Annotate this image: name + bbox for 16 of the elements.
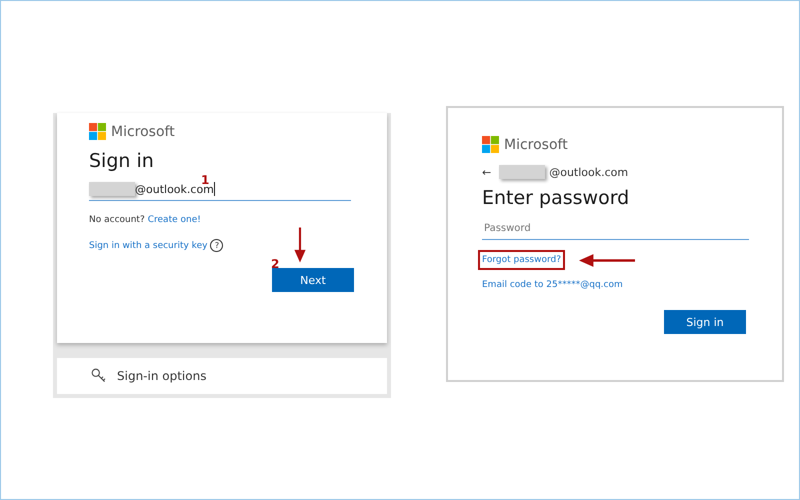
logo-text: Microsoft [504, 136, 568, 152]
forgot-password-link[interactable]: Forgot password? [478, 250, 566, 270]
help-icon[interactable]: ? [210, 239, 224, 252]
page-title: Sign in [89, 150, 155, 172]
account-email: @outlook.com [549, 166, 628, 178]
next-button[interactable]: Next [272, 268, 354, 292]
no-account-text: No account? [89, 215, 145, 225]
sign-in-options-bar[interactable]: Sign-in options [57, 358, 387, 394]
logo-text: Microsoft [111, 124, 175, 140]
page-title: Enter password [482, 187, 630, 209]
security-key-link[interactable]: Sign in with a security key [89, 240, 208, 250]
create-account-link[interactable]: Create one! [148, 215, 201, 225]
back-button[interactable]: ← [482, 166, 492, 178]
step-number: 2 [271, 257, 280, 271]
sign-in-button[interactable]: Sign in [664, 310, 746, 334]
email-code-link[interactable]: Email code to 25*****@qq.com [482, 280, 748, 290]
